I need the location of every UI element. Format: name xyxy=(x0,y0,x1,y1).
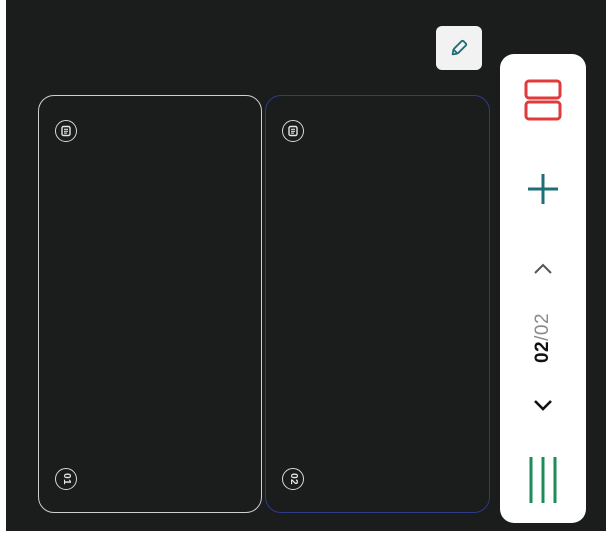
note-icon xyxy=(61,125,71,137)
card-number: 02 xyxy=(287,473,299,485)
page-indicator: 02/02 xyxy=(500,290,586,386)
previous-page-button[interactable] xyxy=(500,252,586,286)
page-separator: / xyxy=(532,335,553,341)
add-page-button[interactable] xyxy=(500,164,586,214)
plus-icon xyxy=(528,174,558,204)
card-note-icon[interactable] xyxy=(55,120,77,142)
split-layout-icon xyxy=(524,79,562,121)
page-total: 02 xyxy=(532,312,553,336)
card-02[interactable]: 02 xyxy=(265,95,490,513)
vertical-bars-icon xyxy=(529,457,557,503)
card-number-badge: 01 xyxy=(55,468,77,490)
pencil-icon xyxy=(451,39,468,56)
layout-button[interactable] xyxy=(500,76,586,124)
page-toolbar: 02/02 xyxy=(500,54,586,523)
card-01[interactable]: 01 xyxy=(38,95,262,513)
card-note-icon[interactable] xyxy=(282,120,304,142)
menu-button[interactable] xyxy=(500,450,586,510)
card-number-badge: 02 xyxy=(282,468,304,490)
note-icon xyxy=(288,125,298,137)
next-page-button[interactable] xyxy=(500,388,586,422)
page-current: 02 xyxy=(532,340,553,364)
card-number: 01 xyxy=(60,473,72,485)
chevron-down-icon xyxy=(534,400,552,411)
chevron-up-icon xyxy=(534,263,552,274)
canvas: 01 02 02/02 xyxy=(6,0,606,531)
edit-button[interactable] xyxy=(436,26,482,70)
